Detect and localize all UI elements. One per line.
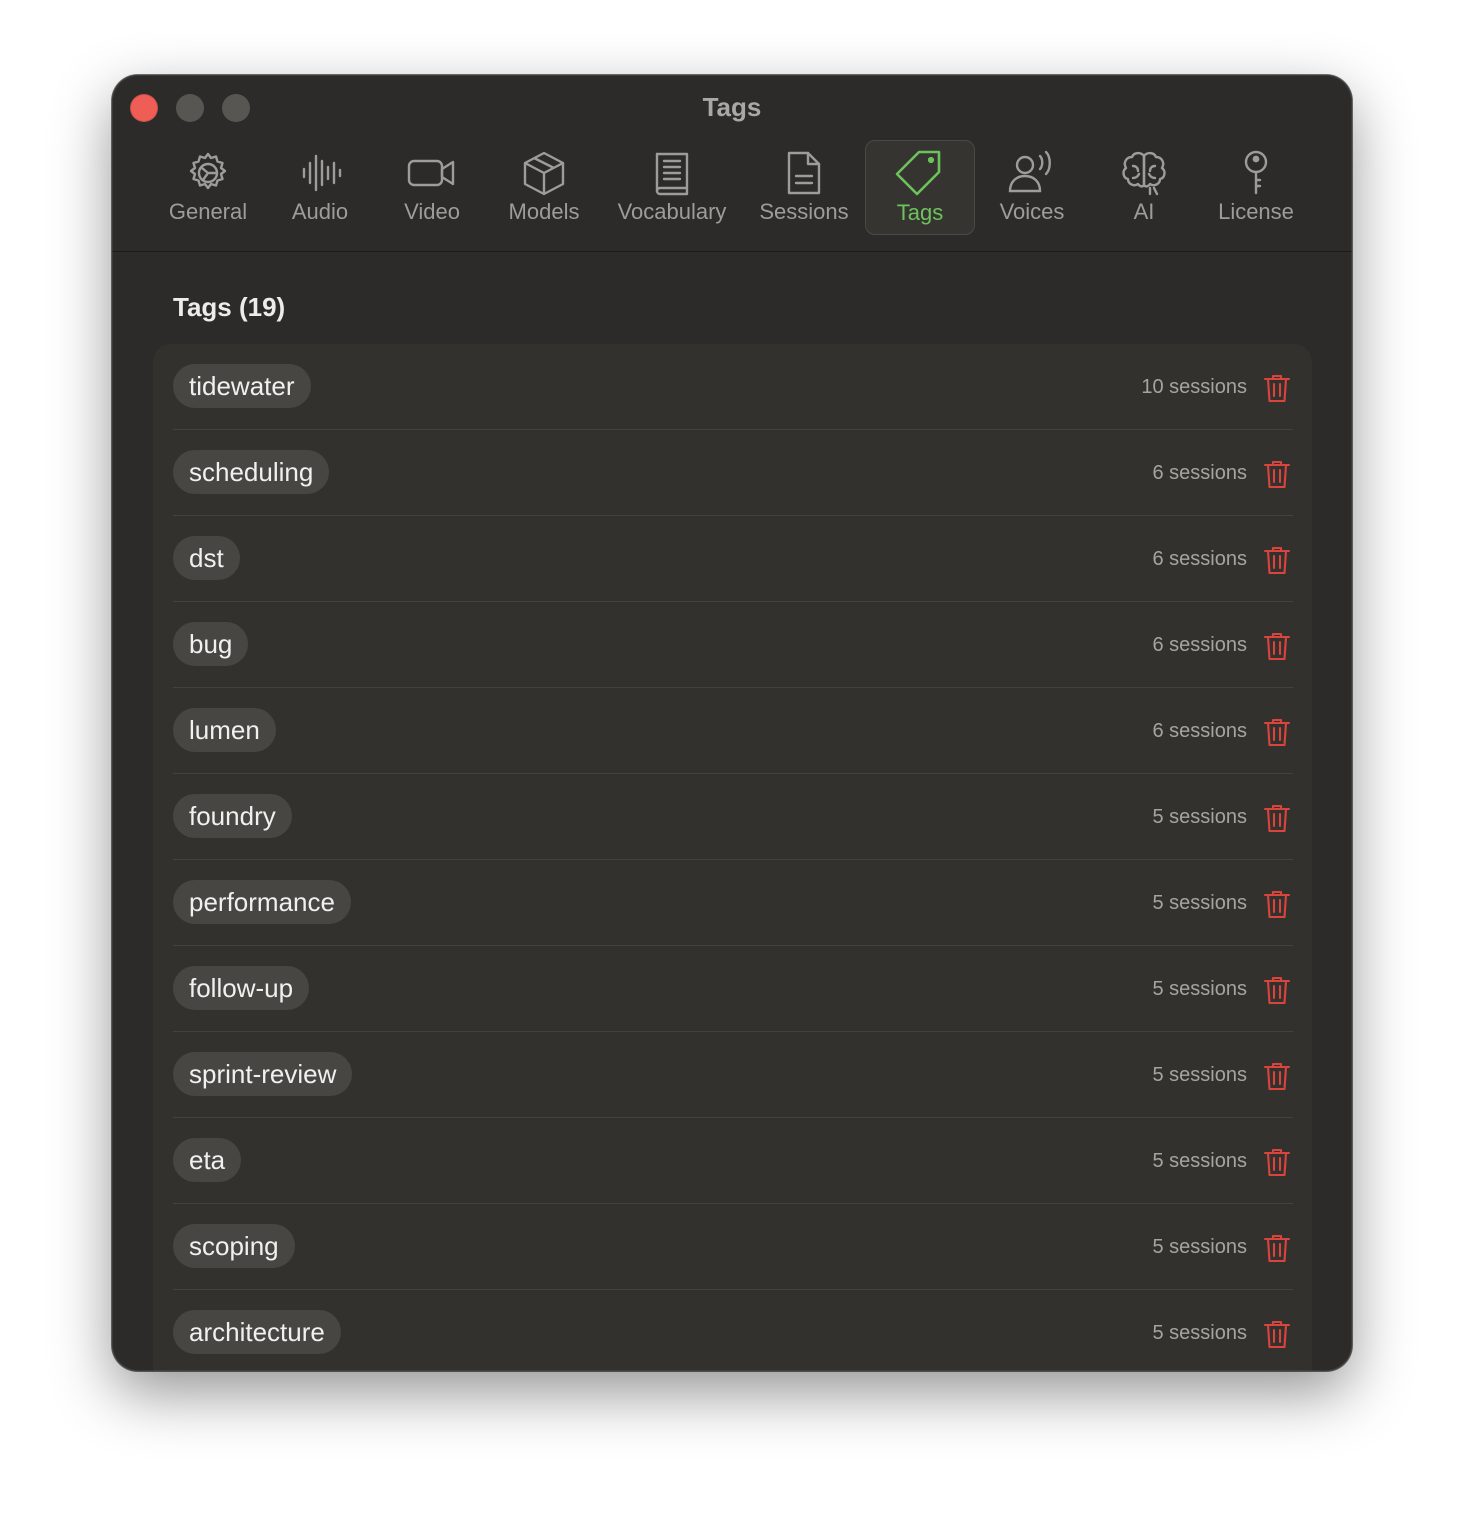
- trash-icon: [1263, 1148, 1291, 1177]
- tag-pill[interactable]: tidewater: [173, 364, 311, 408]
- trash-icon: [1263, 804, 1291, 833]
- tag-pill[interactable]: architecture: [173, 1310, 341, 1354]
- delete-tag-button[interactable]: [1263, 1061, 1291, 1091]
- tab-models[interactable]: Models: [502, 142, 586, 232]
- tag-row: performance 5 sessions: [173, 860, 1293, 946]
- delete-tag-button[interactable]: [1263, 373, 1291, 403]
- session-count: 5 sessions: [1152, 1150, 1248, 1172]
- tag-row: foundry 5 sessions: [173, 774, 1293, 860]
- tab-audio[interactable]: Audio: [280, 142, 360, 232]
- delete-tag-button[interactable]: [1263, 545, 1291, 575]
- preferences-window: Tags General Audio Video Models Vocabula…: [112, 75, 1352, 1371]
- tab-ai[interactable]: AI: [1112, 142, 1176, 232]
- tag-pill[interactable]: lumen: [173, 708, 276, 752]
- session-count: 5 sessions: [1152, 1236, 1248, 1258]
- tag-icon: [866, 147, 974, 197]
- tab-general[interactable]: General: [162, 142, 254, 232]
- tag-row: follow-up 5 sessions: [173, 946, 1293, 1032]
- tab-label: Vocabulary: [617, 199, 727, 224]
- session-count: 5 sessions: [1152, 806, 1248, 828]
- delete-tag-button[interactable]: [1263, 1319, 1291, 1349]
- trash-icon: [1263, 374, 1291, 403]
- tag-pill[interactable]: dst: [173, 536, 240, 580]
- session-count: 6 sessions: [1152, 634, 1248, 656]
- tab-label: Models: [508, 199, 580, 224]
- tag-row: tidewater 10 sessions: [173, 344, 1293, 430]
- tab-label: General: [168, 199, 248, 224]
- tab-vocabulary[interactable]: Vocabulary: [612, 142, 732, 232]
- trash-icon: [1263, 890, 1291, 919]
- tags-list[interactable]: tidewater 10 sessions scheduling 6 sessi…: [153, 344, 1312, 1371]
- trash-icon: [1263, 460, 1291, 489]
- tag-pill[interactable]: scoping: [173, 1224, 295, 1268]
- tag-row: scheduling 6 sessions: [173, 430, 1293, 516]
- session-count: 5 sessions: [1152, 892, 1248, 914]
- tab-sessions[interactable]: Sessions: [754, 142, 854, 232]
- session-count: 5 sessions: [1152, 1064, 1248, 1086]
- session-count: 6 sessions: [1152, 720, 1248, 742]
- tab-label: License: [1218, 199, 1294, 224]
- person-speaking-icon: [988, 148, 1076, 198]
- tag-pill[interactable]: performance: [173, 880, 351, 924]
- delete-tag-button[interactable]: [1263, 459, 1291, 489]
- video-camera-icon: [392, 148, 472, 198]
- delete-tag-button[interactable]: [1263, 631, 1291, 661]
- session-count: 6 sessions: [1152, 462, 1248, 484]
- tab-label: Sessions: [759, 199, 849, 224]
- trash-icon: [1263, 632, 1291, 661]
- tab-license[interactable]: License: [1208, 142, 1304, 232]
- brain-icon: [1112, 148, 1176, 198]
- tag-row: lumen 6 sessions: [173, 688, 1293, 774]
- tab-tags[interactable]: Tags: [865, 140, 975, 235]
- tab-label: Tags: [896, 200, 944, 225]
- tag-pill[interactable]: sprint-review: [173, 1052, 353, 1096]
- document-icon: [754, 148, 854, 198]
- trash-icon: [1263, 718, 1291, 747]
- tag-row: sprint-review 5 sessions: [173, 1032, 1293, 1118]
- session-count: 6 sessions: [1152, 548, 1248, 570]
- trash-icon: [1263, 1234, 1291, 1263]
- tag-row: dst 6 sessions: [173, 516, 1293, 602]
- tag-row: architecture 5 sessions: [173, 1290, 1293, 1371]
- delete-tag-button[interactable]: [1263, 1147, 1291, 1177]
- trash-icon: [1263, 1062, 1291, 1091]
- delete-tag-button[interactable]: [1263, 717, 1291, 747]
- window-title: Tags: [702, 92, 762, 122]
- delete-tag-button[interactable]: [1263, 889, 1291, 919]
- book-icon: [612, 148, 732, 198]
- session-count: 10 sessions: [1141, 376, 1247, 398]
- trash-icon: [1263, 546, 1291, 575]
- key-icon: [1208, 148, 1304, 198]
- tag-row: eta 5 sessions: [173, 1118, 1293, 1204]
- tab-label: AI: [1133, 199, 1155, 224]
- page-title: Tags (19): [173, 292, 286, 322]
- tab-label: Voices: [999, 199, 1065, 224]
- gear-icon: [162, 148, 254, 198]
- title-bar: Tags General Audio Video Models Vocabula…: [112, 75, 1352, 252]
- waveform-icon: [280, 148, 360, 198]
- delete-tag-button[interactable]: [1263, 975, 1291, 1005]
- tag-pill[interactable]: follow-up: [173, 966, 310, 1010]
- tag-pill[interactable]: eta: [173, 1138, 242, 1182]
- delete-tag-button[interactable]: [1263, 1233, 1291, 1263]
- tag-row: bug 6 sessions: [173, 602, 1293, 688]
- tag-pill[interactable]: foundry: [173, 794, 292, 838]
- session-count: 5 sessions: [1152, 1322, 1248, 1344]
- delete-tag-button[interactable]: [1263, 803, 1291, 833]
- trash-icon: [1263, 1320, 1291, 1349]
- tag-pill[interactable]: bug: [173, 622, 249, 666]
- tag-pill[interactable]: scheduling: [173, 450, 330, 494]
- cube-icon: [502, 148, 586, 198]
- tab-label: Video: [404, 199, 460, 224]
- tab-label: Audio: [291, 199, 349, 224]
- session-count: 5 sessions: [1152, 978, 1248, 1000]
- trash-icon: [1263, 976, 1291, 1005]
- tab-voices[interactable]: Voices: [988, 142, 1076, 232]
- tab-video[interactable]: Video: [392, 142, 472, 232]
- tag-row: scoping 5 sessions: [173, 1204, 1293, 1290]
